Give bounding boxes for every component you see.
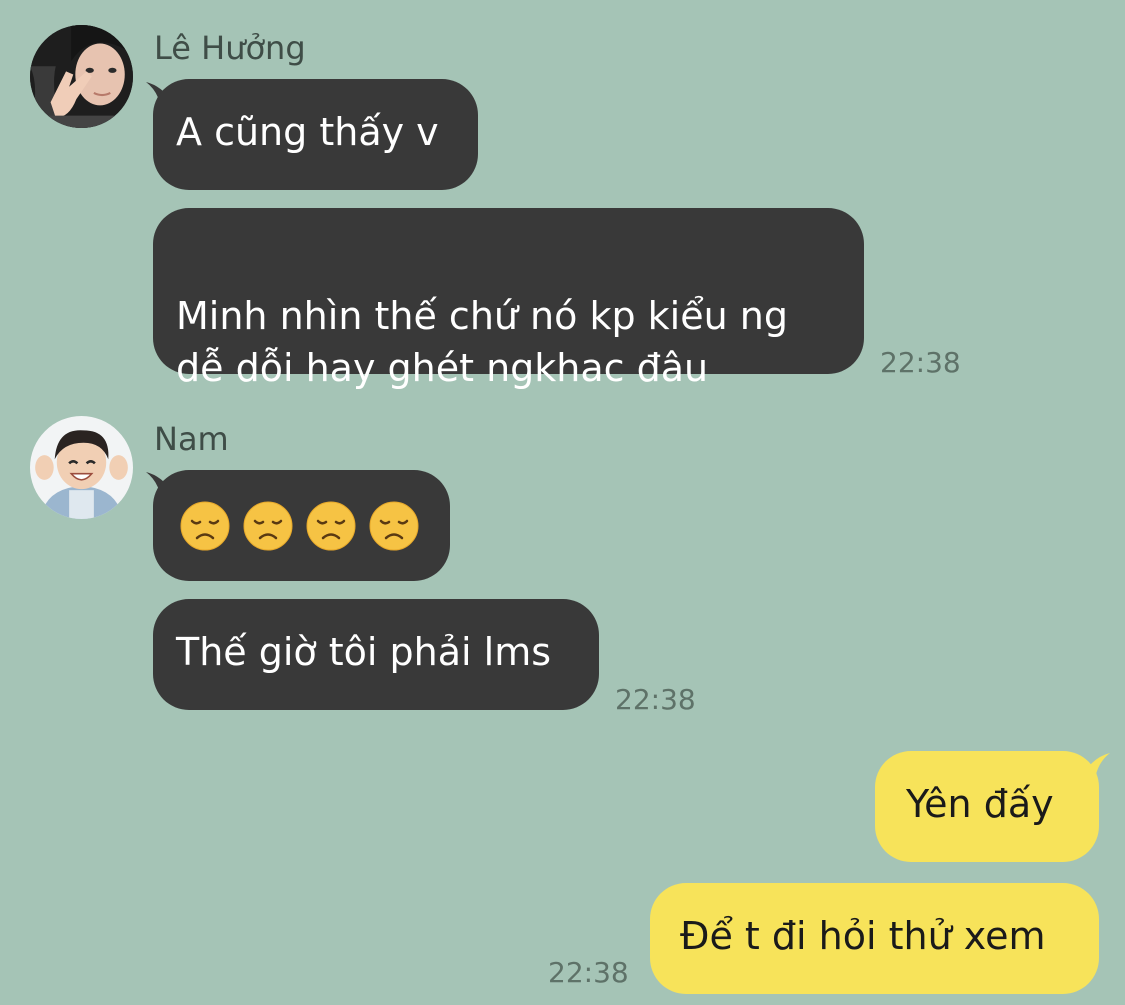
disappointed-face-emoji-icon xyxy=(242,500,294,552)
disappointed-face-emoji-icon xyxy=(368,500,420,552)
chat-view: Lê Hưởng A cũng thấy v Minh nhìn thế chứ… xyxy=(0,0,1125,1005)
message-timestamp: 22:38 xyxy=(880,346,961,379)
user-avatar-icon xyxy=(30,25,133,128)
avatar-le-huong[interactable] xyxy=(30,25,133,128)
message-bubble[interactable]: Thế giờ tôi phải lms xyxy=(153,599,599,710)
message-bubble[interactable]: Để t đi hỏi thử xem xyxy=(650,883,1099,994)
message-text: Minh nhìn thế chứ nó kp kiểu ng dễ dỗi h… xyxy=(176,294,788,390)
message-text: Để t đi hỏi thử xem xyxy=(680,914,1046,958)
message-bubble[interactable]: A cũng thấy v xyxy=(153,79,478,190)
emoji-row xyxy=(179,470,424,581)
emoji-message-bubble[interactable] xyxy=(153,470,450,581)
message-bubble[interactable]: Minh nhìn thế chứ nó kp kiểu ng dễ dỗi h… xyxy=(153,208,864,390)
disappointed-face-emoji-icon xyxy=(305,500,357,552)
message-timestamp: 22:38 xyxy=(615,683,696,716)
sender-name: Nam xyxy=(154,420,229,458)
message-text: Yên đấy xyxy=(906,782,1054,826)
sender-name: Lê Hưởng xyxy=(154,29,306,67)
disappointed-face-emoji-icon xyxy=(179,500,231,552)
message-text: A cũng thấy v xyxy=(176,110,439,154)
message-timestamp: 22:38 xyxy=(548,956,629,989)
message-text: Thế giờ tôi phải lms xyxy=(176,630,552,674)
avatar-nam[interactable] xyxy=(30,416,133,519)
user-avatar-icon xyxy=(30,416,133,519)
message-bubble[interactable]: Yên đấy xyxy=(875,751,1099,862)
